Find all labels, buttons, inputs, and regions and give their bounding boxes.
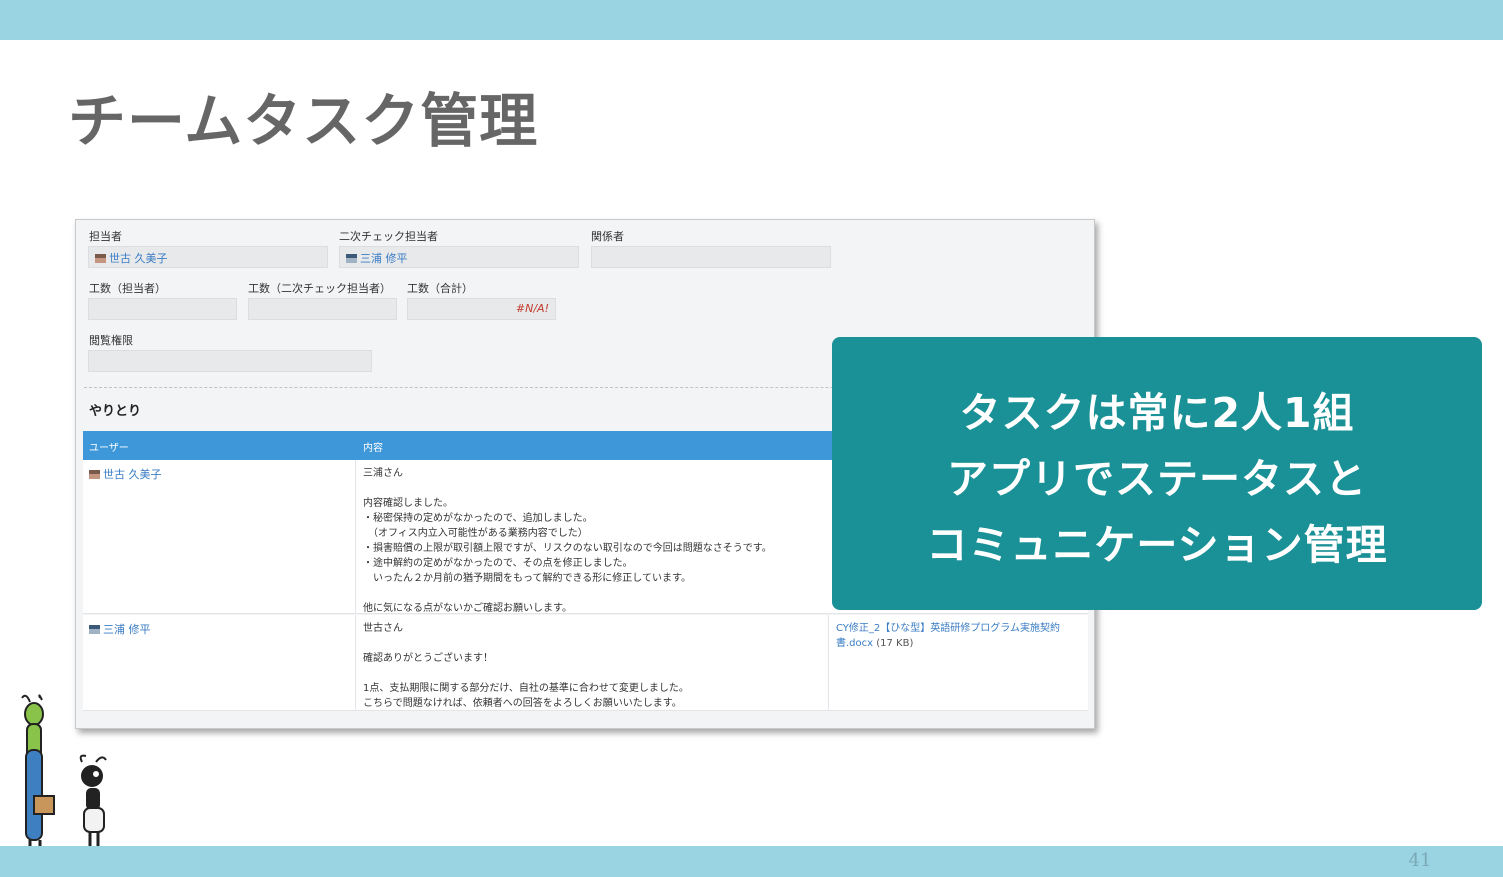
page-number: 41	[1408, 850, 1432, 871]
row-user-name[interactable]: 三浦 修平	[103, 623, 151, 636]
ant-mascot-icon	[79, 754, 107, 858]
assignee-value[interactable]: 世古 久美子	[109, 252, 168, 265]
effort-assignee-label: 工数（担当者）	[89, 282, 166, 295]
slide: チームタスク管理 担当者 二次チェック担当者 関係者 世古 久美子 三浦 修平 …	[0, 0, 1503, 877]
effort-second-field[interactable]	[248, 298, 397, 320]
column-separator	[355, 460, 356, 613]
callout-box: タスクは常に2人1組 アプリでステータスと コミュニケーション管理	[832, 337, 1482, 610]
col-content-header: 内容	[363, 443, 383, 454]
table-row: 三浦 修平 世古さん 確認ありがとうございます！ 1点、支払期限に関する部分だけ…	[83, 615, 1088, 711]
row-user[interactable]: 世古 久美子	[89, 466, 162, 482]
top-band	[0, 0, 1503, 40]
attachment-size: (17 KB)	[876, 638, 914, 649]
second-check-field[interactable]: 三浦 修平	[339, 246, 579, 268]
effort-total-field: #N/A!	[407, 298, 556, 320]
bottom-band	[0, 846, 1503, 877]
attachment[interactable]: CY修正_2【ひな型】英語研修プログラム実施契約書.docx (17 KB)	[836, 621, 1076, 651]
row-content: 世古さん 確認ありがとうございます！ 1点、支払期限に関する部分だけ、自社の基準…	[363, 623, 689, 709]
effort-assignee-field[interactable]	[88, 298, 237, 320]
avatar	[346, 254, 357, 263]
avatar	[89, 470, 100, 479]
mantis-mascot-icon	[21, 694, 55, 858]
row-user[interactable]: 三浦 修平	[89, 621, 151, 637]
assignee-field[interactable]: 世古 久美子	[88, 246, 328, 268]
permission-field[interactable]	[88, 350, 372, 372]
row-content: 三浦さん 内容確認しました。 ・秘密保持の定めがなかったので、追加しました。 （…	[363, 468, 772, 614]
slide-title: チームタスク管理	[68, 87, 539, 155]
callout-line-2: アプリでステータスと	[947, 455, 1367, 503]
callout-line-3: コミュニケーション管理	[926, 521, 1388, 569]
exchange-section-title: やりとり	[89, 404, 142, 419]
avatar	[89, 625, 100, 634]
col-user-header: ユーザー	[89, 443, 129, 454]
related-label: 関係者	[591, 230, 624, 243]
second-check-value[interactable]: 三浦 修平	[360, 252, 408, 265]
row-user-name[interactable]: 世古 久美子	[103, 468, 162, 481]
mascot-illustration	[21, 694, 107, 858]
effort-total-value: #N/A!	[515, 302, 549, 315]
assignee-label: 担当者	[89, 230, 122, 243]
callout-line-1: タスクは常に2人1組	[959, 389, 1355, 437]
permission-label: 閲覧権限	[89, 334, 133, 347]
effort-second-label: 工数（二次チェック担当者）	[248, 282, 391, 295]
attachment-link[interactable]: CY修正_2【ひな型】英語研修プログラム実施契約書.docx	[836, 623, 1060, 649]
column-separator	[828, 615, 829, 710]
second-check-label: 二次チェック担当者	[339, 230, 438, 243]
effort-total-label: 工数（合計）	[407, 282, 473, 295]
related-field[interactable]	[591, 246, 831, 268]
avatar	[95, 254, 106, 263]
column-separator	[355, 615, 356, 710]
